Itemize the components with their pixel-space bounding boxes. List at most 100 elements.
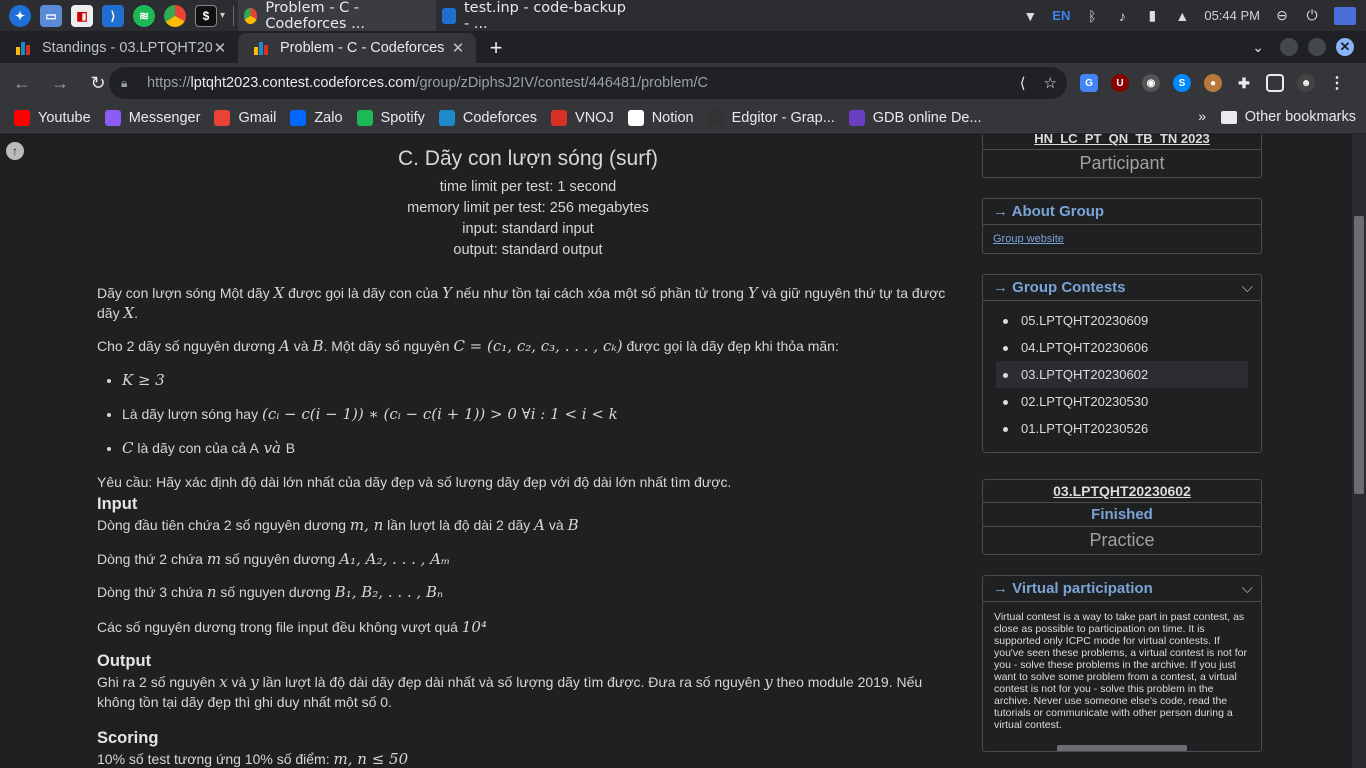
requirement: Yêu cầu: Hãy xác định độ dài lớn nhất củ… (97, 474, 732, 490)
app-menu-icon[interactable]: ✦ (9, 4, 31, 27)
chrome-icon[interactable] (164, 4, 186, 27)
math-expression: K ≥ 3 (122, 371, 165, 389)
puzzle-icon[interactable]: ✚ (1235, 74, 1253, 92)
task-chrome[interactable]: Problem - C - Codeforces ... (238, 0, 437, 32)
bookmark-item[interactable]: Gmail (214, 109, 276, 126)
bookmark-label: GDB online De... (872, 109, 982, 126)
output-text: Ghi ra 2 số nguyên x và y lần lượt là độ… (97, 672, 959, 712)
time-limit: time limit per test: 1 second (439, 179, 617, 195)
text-run: lần lượt là độ dài dãy đẹp dài nhất và s… (258, 674, 765, 690)
tab-standings[interactable]: Standings - 03.LPTQHT20 ✕ (0, 33, 238, 63)
contest-link[interactable]: 05.LPTQHT20230609 (996, 307, 1248, 334)
text-run: Cho 2 dãy số nguyên dương (97, 338, 280, 354)
chevron-down-icon[interactable]: ▾ (220, 10, 225, 21)
contest-link[interactable]: 04.LPTQHT20230606 (996, 334, 1248, 361)
cookie-icon[interactable]: ● (1204, 74, 1222, 92)
bookmark-item[interactable]: Spotify (356, 109, 425, 126)
close-window-button[interactable]: ✕ (1336, 38, 1354, 56)
bookmark-item[interactable]: Edgitor - Grap... (707, 109, 835, 126)
bookmark-item[interactable]: VNOJ (551, 109, 614, 126)
wifi-icon[interactable]: ▼ (1022, 8, 1038, 24)
group-contests-title[interactable]: → Group Contests ⌵ (983, 275, 1261, 301)
address-bar[interactable]: 🔒︎ https://lptqht2023.contest.codeforces… (109, 67, 1067, 99)
avatar[interactable]: ☻ (1297, 74, 1315, 92)
back-icon[interactable]: ← (6, 73, 38, 94)
math-expression: y (250, 673, 259, 691)
file-manager-icon[interactable]: ▭ (40, 4, 62, 27)
contest-name[interactable]: 03.LPTQHT20230602 (983, 480, 1261, 503)
codeforces-icon (438, 109, 455, 126)
minus-circle-icon[interactable]: ⊖ (1274, 7, 1290, 24)
desktop-icon[interactable] (1334, 6, 1356, 25)
bookmark-label: Messenger (128, 109, 201, 126)
group-name[interactable]: HN_LC_PT_QN_TB_TN 2023 (983, 134, 1261, 150)
maximize-button[interactable] (1308, 38, 1326, 56)
start-virtual-contest-button[interactable] (1057, 745, 1187, 751)
bookmark-item[interactable]: GDB online De... (848, 109, 982, 126)
ublock-icon[interactable]: U (1111, 74, 1129, 92)
forward-icon[interactable]: → (44, 73, 76, 94)
input-spec: input: standard input (462, 221, 594, 237)
close-icon[interactable]: ✕ (450, 39, 466, 57)
scrollbar-thumb[interactable] (1354, 216, 1364, 494)
translate-icon[interactable]: G (1080, 74, 1098, 92)
math-expression: C (122, 439, 134, 457)
menu-icon[interactable]: ⋮ (1328, 74, 1346, 92)
group-website-link[interactable]: Group website (983, 225, 1261, 253)
bookmark-item[interactable]: Codeforces (438, 109, 537, 126)
participant-label: Participant (1079, 153, 1165, 173)
contest-link[interactable]: 02.LPTQHT20230530 (996, 388, 1248, 415)
star-icon[interactable]: ☆ (1044, 74, 1057, 92)
contest-link-current[interactable]: 03.LPTQHT20230602 (996, 361, 1248, 388)
bookmark-item[interactable]: Youtube (14, 109, 91, 126)
spotify-icon[interactable]: ≋ (133, 4, 155, 27)
task-vscode[interactable]: test.inp - code-backup - ... (436, 0, 636, 32)
list-item-text: A và B (249, 439, 295, 457)
bookmark-item[interactable]: Notion (627, 109, 694, 126)
bookmark-item[interactable]: Messenger (104, 109, 201, 126)
chevron-down-icon[interactable]: ⌵ (1242, 279, 1253, 296)
volume-icon[interactable]: ♪ (1114, 8, 1130, 24)
virtual-participation-label: → Virtual participation (993, 580, 1153, 597)
bluetooth-icon[interactable]: ᛒ (1084, 8, 1100, 24)
new-tab-button[interactable]: + (476, 33, 516, 63)
incognito-icon[interactable]: ◉ (1142, 74, 1160, 92)
text-run: 10% số test tương ứng 10% số điểm: (97, 751, 334, 767)
tab-problem[interactable]: Problem - C - Codeforces ✕ (238, 33, 476, 63)
chevron-down-icon[interactable]: ⌵ (1242, 580, 1253, 597)
shazam-icon[interactable]: S (1173, 74, 1191, 92)
other-bookmarks[interactable]: Other bookmarks (1220, 109, 1356, 125)
bookmark-label: Notion (651, 109, 694, 126)
vscode-icon[interactable]: ⟩ (102, 4, 124, 27)
spotify-icon (356, 109, 373, 126)
minimize-button[interactable] (1280, 38, 1298, 56)
arrow-up-icon[interactable]: ↑ (6, 142, 24, 160)
contest-link[interactable]: 01.LPTQHT20230526 (996, 415, 1248, 442)
input-section-title: Input (97, 495, 138, 513)
url-path: /group/zDiphsJ2IV/contest/446481/problem… (415, 75, 709, 91)
zalo-icon (290, 109, 307, 126)
battery-icon[interactable]: ▮ (1144, 7, 1160, 24)
clock[interactable]: 05:44 PM (1204, 8, 1260, 23)
side-panel-icon[interactable] (1266, 74, 1284, 92)
notification-icon[interactable]: ▲ (1174, 8, 1190, 24)
power-icon[interactable]: ⏻ (1304, 7, 1320, 24)
output-spec: output: standard output (453, 242, 603, 258)
more-bookmarks-button[interactable]: » (1198, 108, 1206, 124)
close-icon[interactable]: ✕ (212, 39, 228, 57)
pdf-icon[interactable]: ◧ (71, 4, 93, 27)
lock-icon[interactable]: 🔒︎ (121, 76, 135, 91)
terminal-icon[interactable]: $ (195, 4, 217, 27)
text-run: . (134, 305, 139, 321)
output-section-title: Output (97, 652, 152, 670)
bookmark-item[interactable]: Zalo (290, 109, 343, 126)
omnibox-actions: ⟨ ☆ (1020, 67, 1057, 99)
share-icon[interactable]: ⟨ (1020, 74, 1026, 92)
language-indicator[interactable]: EN (1052, 8, 1070, 23)
group-contests-label: → Group Contests (993, 279, 1126, 296)
bookmark-label: Spotify (380, 109, 425, 126)
virtual-participation-title[interactable]: → Virtual participation ⌵ (983, 576, 1261, 602)
scrollbar[interactable] (1352, 134, 1366, 768)
chevron-down-icon[interactable]: ⌄ (1252, 39, 1264, 56)
about-group-title: → About Group (983, 199, 1261, 225)
